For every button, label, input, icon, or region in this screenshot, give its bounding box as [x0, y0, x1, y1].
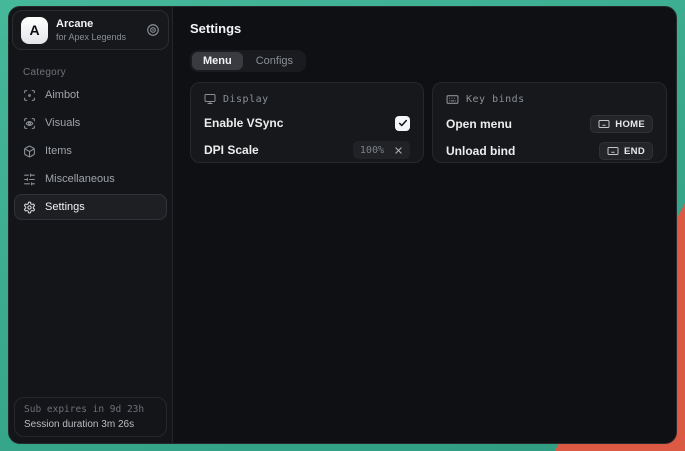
app-header-card: A Arcane for Apex Legends — [12, 10, 169, 50]
sidebar-item-visuals[interactable]: Visuals — [14, 110, 167, 136]
unload-bind-label: Unload bind — [446, 144, 515, 158]
check-icon — [398, 118, 408, 128]
app-title: Arcane — [56, 18, 138, 30]
sub-expires-text: Sub expires in 9d 23h — [24, 404, 157, 415]
sidebar-item-aimbot[interactable]: Aimbot — [14, 82, 167, 108]
dpi-value: 100% — [360, 145, 384, 156]
keybinds-card-title: Key binds — [466, 94, 525, 105]
app-subtitle: for Apex Legends — [56, 32, 138, 42]
app-names: Arcane for Apex Legends — [56, 18, 138, 42]
sidebar-nav: Aimbot Visuals — [9, 82, 172, 220]
tab-configs[interactable]: Configs — [245, 52, 304, 70]
sidebar-item-items[interactable]: Items — [14, 138, 167, 164]
sidebar-item-label: Miscellaneous — [45, 173, 115, 185]
page-title: Settings — [190, 21, 667, 36]
unload-bind-row: Unload bind END — [446, 142, 653, 160]
app-logo: A — [21, 17, 48, 44]
open-menu-label: Open menu — [446, 117, 512, 131]
crosshair-icon — [23, 89, 36, 102]
vsync-row: Enable VSync — [204, 114, 410, 132]
display-card-header: Display — [204, 93, 410, 105]
sidebar-item-label: Settings — [45, 201, 85, 213]
vsync-label: Enable VSync — [204, 116, 283, 130]
eye-icon — [23, 117, 36, 130]
dpi-scale-input[interactable]: 100% — [353, 141, 410, 159]
dpi-label: DPI Scale — [204, 143, 259, 157]
target-icon[interactable] — [146, 23, 160, 37]
sidebar-item-miscellaneous[interactable]: Miscellaneous — [14, 166, 167, 192]
display-card: Display Enable VSync DPI Scale — [190, 82, 424, 163]
dpi-row: DPI Scale 100% — [204, 141, 410, 159]
keyboard-icon — [446, 93, 459, 106]
unload-bind-button[interactable]: END — [599, 142, 653, 160]
package-icon — [23, 145, 36, 158]
open-menu-row: Open menu HOME — [446, 115, 653, 133]
clear-icon[interactable] — [394, 146, 403, 155]
vsync-checkbox[interactable] — [395, 116, 410, 131]
main-panel: Settings Menu Configs Display Enable VSy… — [173, 7, 677, 443]
category-label: Category — [23, 67, 172, 78]
keybinds-card-header: Key binds — [446, 93, 653, 106]
monitor-icon — [204, 93, 216, 105]
sidebar-item-label: Items — [45, 145, 72, 157]
display-card-title: Display — [223, 94, 269, 105]
subscription-info-card: Sub expires in 9d 23h Session duration 3… — [14, 397, 167, 437]
sidebar-item-label: Aimbot — [45, 89, 79, 101]
app-logo-letter: A — [29, 22, 39, 38]
app-window: A Arcane for Apex Legends Category — [8, 6, 677, 444]
sliders-icon — [23, 173, 36, 186]
keyboard-icon — [607, 145, 619, 157]
keyboard-icon — [598, 118, 610, 130]
unload-bind-value: END — [624, 146, 645, 157]
open-menu-bind-value: HOME — [615, 119, 645, 130]
open-menu-bind-button[interactable]: HOME — [590, 115, 653, 133]
sidebar-item-label: Visuals — [45, 117, 80, 129]
gear-icon — [23, 201, 36, 214]
sidebar: A Arcane for Apex Legends Category — [9, 7, 173, 443]
keybinds-card: Key binds Open menu HOME Unload bind — [432, 82, 667, 163]
session-duration-text: Session duration 3m 26s — [24, 419, 157, 430]
tab-menu[interactable]: Menu — [192, 52, 243, 70]
settings-tabs: Menu Configs — [190, 50, 306, 72]
sidebar-item-settings[interactable]: Settings — [14, 194, 167, 220]
settings-cards: Display Enable VSync DPI Scale — [190, 82, 667, 163]
